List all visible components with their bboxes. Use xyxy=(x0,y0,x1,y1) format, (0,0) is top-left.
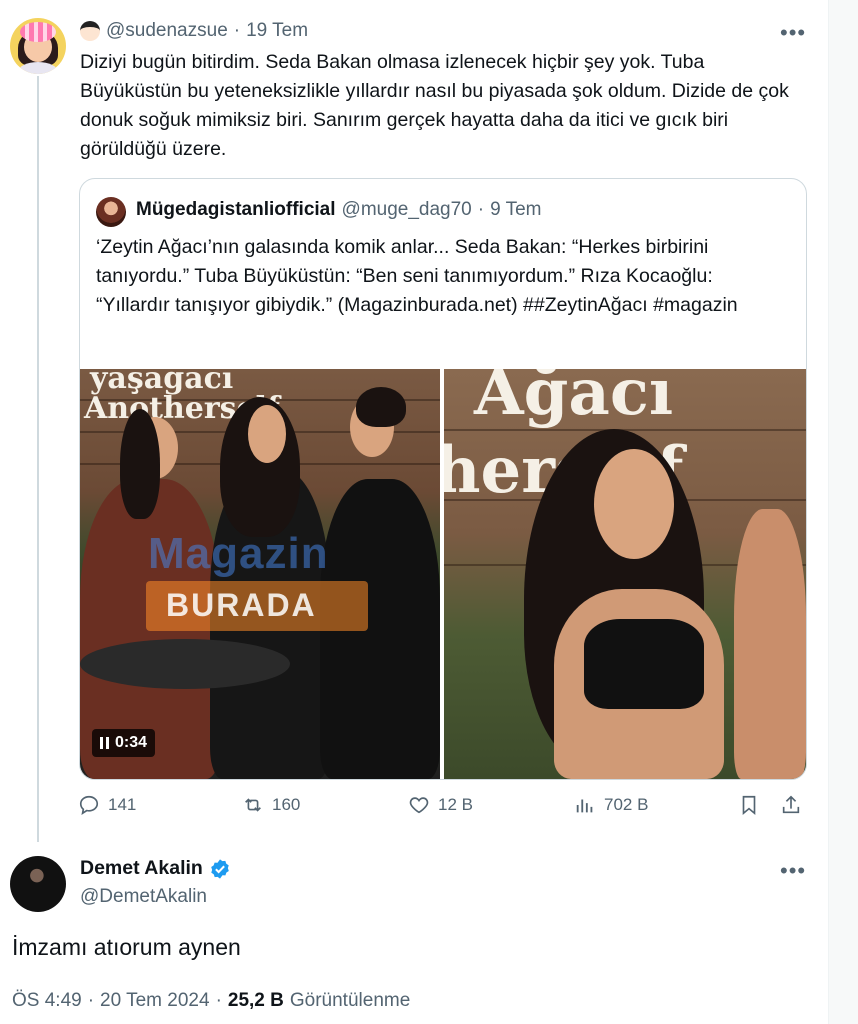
bookmark-button[interactable] xyxy=(738,794,760,816)
reply-user-name-row: Demet Akalin xyxy=(80,857,231,880)
watermark-text: BURADA xyxy=(166,587,317,623)
tweet-date[interactable]: 19 Tem xyxy=(246,20,308,42)
reply-button[interactable]: 141 xyxy=(78,794,136,816)
reply-text: İmzamı atıorum aynen xyxy=(12,934,241,960)
video-time: 0:34 xyxy=(115,734,148,751)
separator-dot: · xyxy=(215,990,222,1011)
verified-badge-icon[interactable] xyxy=(209,858,231,880)
quoted-user-handle[interactable]: @muge_dag70 xyxy=(342,199,472,221)
quoted-tweet-text: ‘Zeytin Ağacı’nın galasında komik anlar.… xyxy=(96,236,738,316)
view-count: 25,2 B xyxy=(227,990,284,1011)
views-button[interactable]: 702 B xyxy=(574,794,648,816)
avatar[interactable] xyxy=(10,856,66,912)
tweet-date[interactable]: 20 Tem 2024 xyxy=(100,990,210,1012)
media-container[interactable]: yaşağacı Anotherself Magazin BURADA 0:34 xyxy=(80,369,806,779)
pause-icon[interactable] xyxy=(100,737,109,749)
tweet-footer-meta: ÖS 4:49 · 20 Tem 2024 · 25,2 B Görüntüle… xyxy=(12,990,410,1012)
sign-text: Ağacı xyxy=(474,369,674,430)
avatar[interactable] xyxy=(10,18,66,74)
tweet-actions-bar: 141 160 12 B 702 B xyxy=(78,794,808,824)
retweet-count: 160 xyxy=(272,795,301,814)
views-count: 702 B xyxy=(604,795,649,814)
thread-connector-line xyxy=(37,76,39,842)
more-options-icon[interactable]: ••• xyxy=(780,860,806,882)
heart-icon xyxy=(409,797,429,814)
video-thumbnail-left[interactable]: yaşağacı Anotherself Magazin BURADA 0:34 xyxy=(80,369,440,779)
flower-crown-icon xyxy=(20,22,56,42)
watermark-text: Magazin xyxy=(148,529,329,578)
view-label: Görüntülenme xyxy=(289,990,411,1011)
reply-user-handle[interactable]: @DemetAkalin xyxy=(80,886,207,908)
quoted-header: Mügedagistanliofficial @muge_dag70 · 9 T… xyxy=(136,199,541,221)
like-count: 12 B xyxy=(438,795,473,814)
separator-dot: · xyxy=(87,990,95,1011)
tweet-text: Diziyi bugün bitirdim. Seda Bakan olmasa… xyxy=(80,51,789,160)
quoted-avatar[interactable] xyxy=(96,197,126,227)
like-button[interactable]: 12 B xyxy=(408,794,473,816)
separator-dot: · xyxy=(477,199,485,220)
quoted-tweet-card[interactable]: Mügedagistanliofficial @muge_dag70 · 9 T… xyxy=(79,178,807,780)
bookmark-icon xyxy=(742,795,756,816)
quoted-user-name[interactable]: Mügedagistanliofficial xyxy=(136,199,336,221)
reply-count: 141 xyxy=(108,795,137,814)
table xyxy=(80,639,290,689)
face-emoji-icon xyxy=(80,21,100,41)
user-handle[interactable]: @sudenazsue xyxy=(106,20,228,42)
video-thumbnail-right[interactable]: Ağacı herself xyxy=(444,369,806,779)
separator-dot: · xyxy=(233,20,241,41)
share-button[interactable] xyxy=(780,794,802,816)
analytics-icon xyxy=(576,799,593,813)
video-timer[interactable]: 0:34 xyxy=(92,729,156,757)
tweet-header: @sudenazsue · 19 Tem xyxy=(80,20,308,42)
reply-icon xyxy=(79,795,99,815)
quoted-date[interactable]: 9 Tem xyxy=(490,199,541,221)
reply-user-name[interactable]: Demet Akalin xyxy=(80,857,203,880)
right-scroll-strip xyxy=(828,0,858,1024)
more-options-icon[interactable]: ••• xyxy=(780,22,806,44)
retweet-icon xyxy=(245,798,261,812)
share-icon xyxy=(782,795,800,814)
retweet-button[interactable]: 160 xyxy=(242,794,300,816)
tweet-time[interactable]: ÖS 4:49 xyxy=(12,990,82,1012)
